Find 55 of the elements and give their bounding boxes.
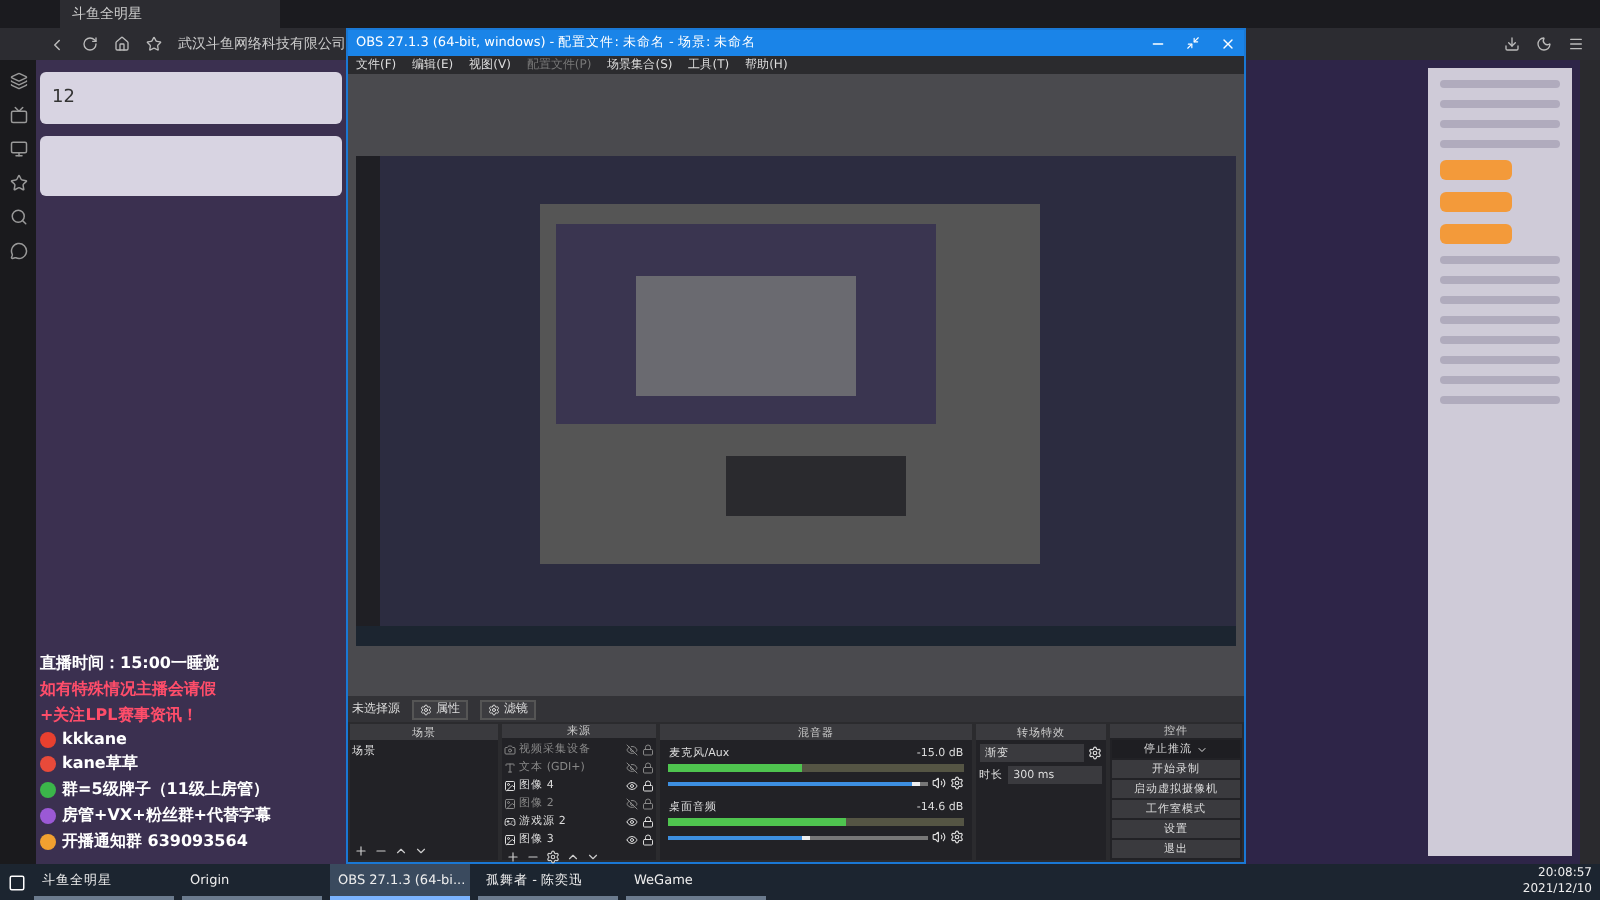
lock-icon[interactable] xyxy=(642,779,655,791)
maximize-icon[interactable] xyxy=(1186,35,1200,49)
lock-icon[interactable] xyxy=(642,833,655,845)
down-icon[interactable] xyxy=(585,850,600,864)
contact-text: kkkane xyxy=(62,730,127,748)
source-icon xyxy=(503,797,516,809)
scrollbar[interactable] xyxy=(1580,60,1600,864)
gear-icon xyxy=(420,703,432,715)
sidebar-icon[interactable] xyxy=(9,242,27,260)
source-icon xyxy=(503,833,516,845)
sidebar-icon[interactable] xyxy=(9,106,27,124)
menu-icon[interactable] xyxy=(1568,36,1584,52)
caret-icon xyxy=(1196,743,1209,755)
remove-icon[interactable] xyxy=(374,844,388,858)
settings-icon[interactable] xyxy=(1088,746,1103,760)
contact-text: 开播通知群 639093564 xyxy=(62,830,248,852)
sidebar-icon[interactable] xyxy=(9,174,27,192)
back-icon[interactable] xyxy=(48,35,66,53)
lock-icon[interactable] xyxy=(642,815,655,827)
visibility-icon[interactable] xyxy=(626,761,639,773)
start-icon[interactable] xyxy=(8,873,26,891)
contact-text: 房管+VX+粉丝群+代替字幕 xyxy=(62,804,271,826)
schedule-text: 直播时间：15:00一睡觉 xyxy=(40,652,221,674)
volume-icon[interactable] xyxy=(931,830,946,844)
source-icon xyxy=(503,815,516,827)
star-icon[interactable] xyxy=(146,36,162,52)
source-icon xyxy=(503,779,516,791)
down-icon[interactable] xyxy=(414,844,428,858)
up-icon[interactable] xyxy=(394,844,408,858)
info-card: 12 xyxy=(40,72,342,124)
sidebar-icon[interactable] xyxy=(9,208,27,226)
source-icon xyxy=(503,761,516,773)
home-icon[interactable] xyxy=(114,36,130,52)
remove-icon[interactable] xyxy=(525,850,540,864)
close-icon[interactable] xyxy=(1220,35,1236,51)
visibility-icon[interactable] xyxy=(626,797,639,809)
moon-icon[interactable] xyxy=(1536,36,1552,52)
sidebar-icon[interactable] xyxy=(9,140,27,158)
notice-text: 如有特殊情况主播会请假 xyxy=(40,678,218,700)
contact-text: 群=5级牌子（11级上房管） xyxy=(62,778,269,800)
notice-text: +关注LPL赛事资讯！ xyxy=(40,704,200,726)
volume-icon[interactable] xyxy=(931,776,946,790)
reload-icon[interactable] xyxy=(82,36,98,52)
add-icon[interactable] xyxy=(354,844,368,858)
add-icon[interactable] xyxy=(505,850,520,864)
gear-icon xyxy=(488,703,500,715)
contact-text: kane草草 xyxy=(62,752,138,774)
settings-icon[interactable] xyxy=(545,850,560,864)
settings-icon[interactable] xyxy=(949,830,964,844)
source-icon xyxy=(503,743,516,755)
up-icon[interactable] xyxy=(565,850,580,864)
settings-icon[interactable] xyxy=(949,776,964,790)
download-icon[interactable] xyxy=(1504,36,1520,52)
sidebar-icon[interactable] xyxy=(9,72,27,90)
visibility-icon[interactable] xyxy=(626,743,639,755)
